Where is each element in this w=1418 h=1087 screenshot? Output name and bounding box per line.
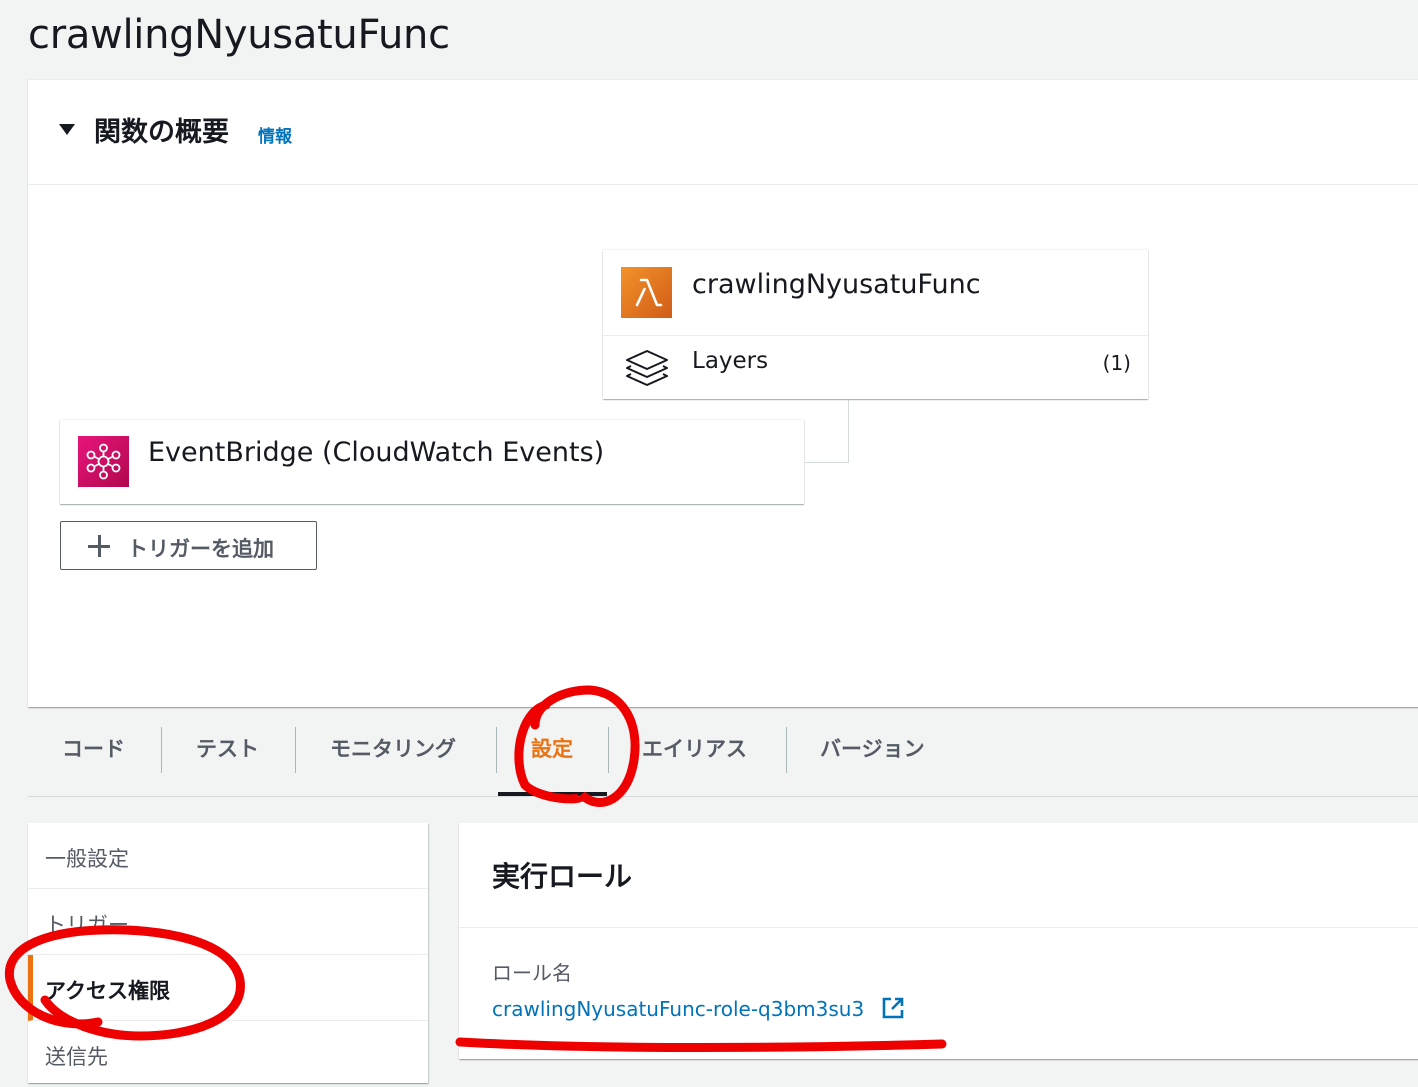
tab-separator (608, 727, 609, 773)
tab-aliases[interactable]: エイリアス (642, 733, 747, 763)
function-name: crawlingNyusatuFunc (692, 269, 981, 300)
plus-icon (88, 535, 110, 557)
function-overview-header[interactable]: 関数の概要 情報 (28, 80, 1418, 185)
tab-separator (161, 727, 162, 773)
lambda-icon (621, 267, 672, 318)
tab-code[interactable]: コード (62, 733, 125, 763)
function-overview-panel: 関数の概要 情報 crawlingNyusatuFunc Layers (1) (28, 79, 1418, 707)
function-overview-title: 関数の概要 (94, 117, 229, 148)
execution-role-panel: 実行ロール ロール名 crawlingNyusatuFunc-role-q3bm… (459, 823, 1418, 1059)
settings-nav-permissions[interactable]: アクセス権限 (28, 955, 428, 1021)
tab-separator (496, 727, 497, 773)
execution-role-header: 実行ロール (459, 823, 1418, 928)
tab-test[interactable]: テスト (196, 733, 259, 763)
settings-nav-label: 一般設定 (45, 847, 129, 871)
layers-count: (1) (1102, 351, 1131, 375)
caret-down-icon[interactable] (59, 124, 75, 135)
connector-line (805, 400, 849, 463)
tab-versions[interactable]: バージョン (820, 733, 925, 763)
eventbridge-icon (78, 436, 129, 487)
settings-nav-triggers[interactable]: トリガー (28, 889, 428, 955)
tab-separator (295, 727, 296, 773)
settings-nav-general[interactable]: 一般設定 (28, 823, 428, 889)
card-divider (603, 335, 1148, 336)
execution-role-title: 実行ロール (492, 860, 633, 893)
tab-separator (786, 727, 787, 773)
settings-nav-destinations[interactable]: 送信先 (28, 1021, 428, 1087)
external-link-icon[interactable] (881, 996, 905, 1024)
info-link[interactable]: 情報 (258, 122, 292, 147)
page-title: crawlingNyusatuFunc (28, 12, 450, 58)
add-trigger-button[interactable]: トリガーを追加 (60, 521, 317, 570)
add-trigger-label: トリガーを追加 (127, 537, 274, 561)
function-card[interactable]: crawlingNyusatuFunc Layers (1) (603, 250, 1148, 399)
layers-icon (623, 347, 671, 393)
tab-settings[interactable]: 設定 (531, 733, 573, 763)
active-tab-indicator (498, 792, 607, 796)
tab-monitoring[interactable]: モニタリング (330, 733, 456, 763)
settings-nav: 一般設定 トリガー アクセス権限 送信先 (28, 823, 428, 1087)
trigger-label: EventBridge (CloudWatch Events) (148, 437, 605, 468)
settings-nav-label: 送信先 (45, 1045, 108, 1069)
layers-label[interactable]: Layers (692, 348, 768, 374)
trigger-card-eventbridge[interactable]: EventBridge (CloudWatch Events) (60, 420, 804, 504)
settings-nav-label: アクセス権限 (45, 979, 170, 1003)
role-name-label: ロール名 (492, 961, 572, 985)
function-tabs: コード テスト モニタリング 設定 エイリアス バージョン (28, 706, 1418, 797)
role-name-link[interactable]: crawlingNyusatuFunc-role-q3bm3su3 (492, 997, 864, 1021)
settings-nav-label: トリガー (45, 913, 129, 937)
